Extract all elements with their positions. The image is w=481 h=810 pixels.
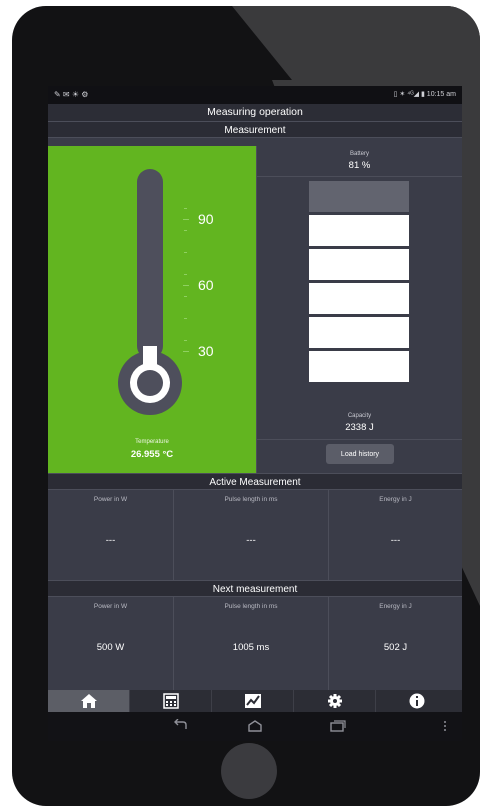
- overflow-menu-icon[interactable]: [442, 719, 448, 733]
- next-power-value: 500 W: [96, 642, 125, 653]
- active-pulse-value: ---: [246, 535, 256, 546]
- app-screen: ✎ ✉ ☀ ⚙ ▯ ✶ ⁴ᴳ◢ ▮ 10:15 am Measuring ope…: [48, 86, 462, 741]
- info-icon: [409, 693, 425, 709]
- capacity-label: Capacity: [347, 413, 372, 419]
- home-outline-icon[interactable]: [246, 719, 264, 733]
- next-pulse-cell: Pulse length in ms 1005 ms: [174, 597, 329, 690]
- battery-segment-empty: [309, 181, 409, 212]
- next-measurement-header: Next measurement: [48, 580, 462, 597]
- scale-major-ticks: [183, 219, 189, 352]
- temperature-value: 26.955 °C: [130, 449, 174, 460]
- tick-label-90: 90: [198, 211, 214, 227]
- active-pulse-label: Pulse length in ms: [224, 496, 278, 503]
- active-power-label: Power in W: [93, 496, 128, 503]
- status-notification-icons: ✎ ✉ ☀ ⚙: [54, 90, 89, 99]
- battery-level-graphic: [309, 181, 409, 382]
- battery-segment-filled: [309, 249, 409, 280]
- next-power-label: Power in W: [93, 603, 128, 610]
- tab-info[interactable]: [376, 690, 458, 712]
- battery-panel: Battery 81 % Capacity 2338 J Load histor…: [257, 146, 462, 473]
- recent-apps-icon[interactable]: [329, 719, 347, 733]
- active-pulse-cell: Pulse length in ms ---: [174, 490, 329, 580]
- gear-icon: [328, 694, 342, 708]
- device-home-button[interactable]: [221, 743, 277, 799]
- active-energy-cell: Energy in J ---: [329, 490, 462, 580]
- calculator-icon: [163, 693, 179, 709]
- tab-settings[interactable]: [294, 690, 376, 712]
- next-pulse-label: Pulse length in ms: [224, 603, 278, 610]
- next-pulse-value: 1005 ms: [232, 642, 270, 653]
- battery-segment-filled: [309, 215, 409, 246]
- home-icon: [81, 694, 97, 708]
- thermometer-tube: [137, 169, 163, 359]
- thermometer-bulb-core: [137, 370, 163, 396]
- thermometer-panel: 90 60 30 Temperature 26.955 °C: [48, 146, 256, 473]
- chart-icon: [245, 694, 261, 708]
- active-measurement-header: Active Measurement: [48, 473, 462, 490]
- system-navigation-bar: [48, 712, 462, 741]
- active-power-value: ---: [105, 535, 116, 546]
- scale-minor-ticks: [184, 208, 187, 341]
- active-energy-label: Energy in J: [379, 496, 412, 503]
- back-icon[interactable]: [171, 719, 189, 733]
- panel-divider: [256, 146, 257, 473]
- tablet-device: ✎ ✉ ☀ ⚙ ▯ ✶ ⁴ᴳ◢ ▮ 10:15 am Measuring ope…: [12, 6, 480, 806]
- next-energy-label: Energy in J: [379, 603, 412, 610]
- next-energy-cell: Energy in J 502 J: [329, 597, 462, 690]
- tab-calculator[interactable]: [130, 690, 212, 712]
- thermometer-graphic: 90 60 30: [118, 169, 214, 415]
- bottom-tab-bar: [48, 690, 462, 712]
- tab-home[interactable]: [48, 690, 130, 712]
- capacity-value: 2338 J: [345, 422, 374, 433]
- active-energy-value: ---: [390, 535, 401, 546]
- active-power-cell: Power in W ---: [48, 490, 174, 580]
- temperature-label: Temperature: [135, 439, 169, 445]
- load-history-button[interactable]: Load history: [326, 444, 394, 464]
- tab-chart[interactable]: [212, 690, 294, 712]
- next-power-cell: Power in W 500 W: [48, 597, 174, 690]
- next-energy-value: 502 J: [383, 642, 408, 653]
- battery-segment-filled: [309, 351, 409, 382]
- tick-label-60: 60: [198, 277, 214, 293]
- divider: [257, 439, 462, 440]
- tick-label-30: 30: [198, 343, 214, 359]
- battery-segment-filled: [309, 317, 409, 348]
- battery-segment-filled: [309, 283, 409, 314]
